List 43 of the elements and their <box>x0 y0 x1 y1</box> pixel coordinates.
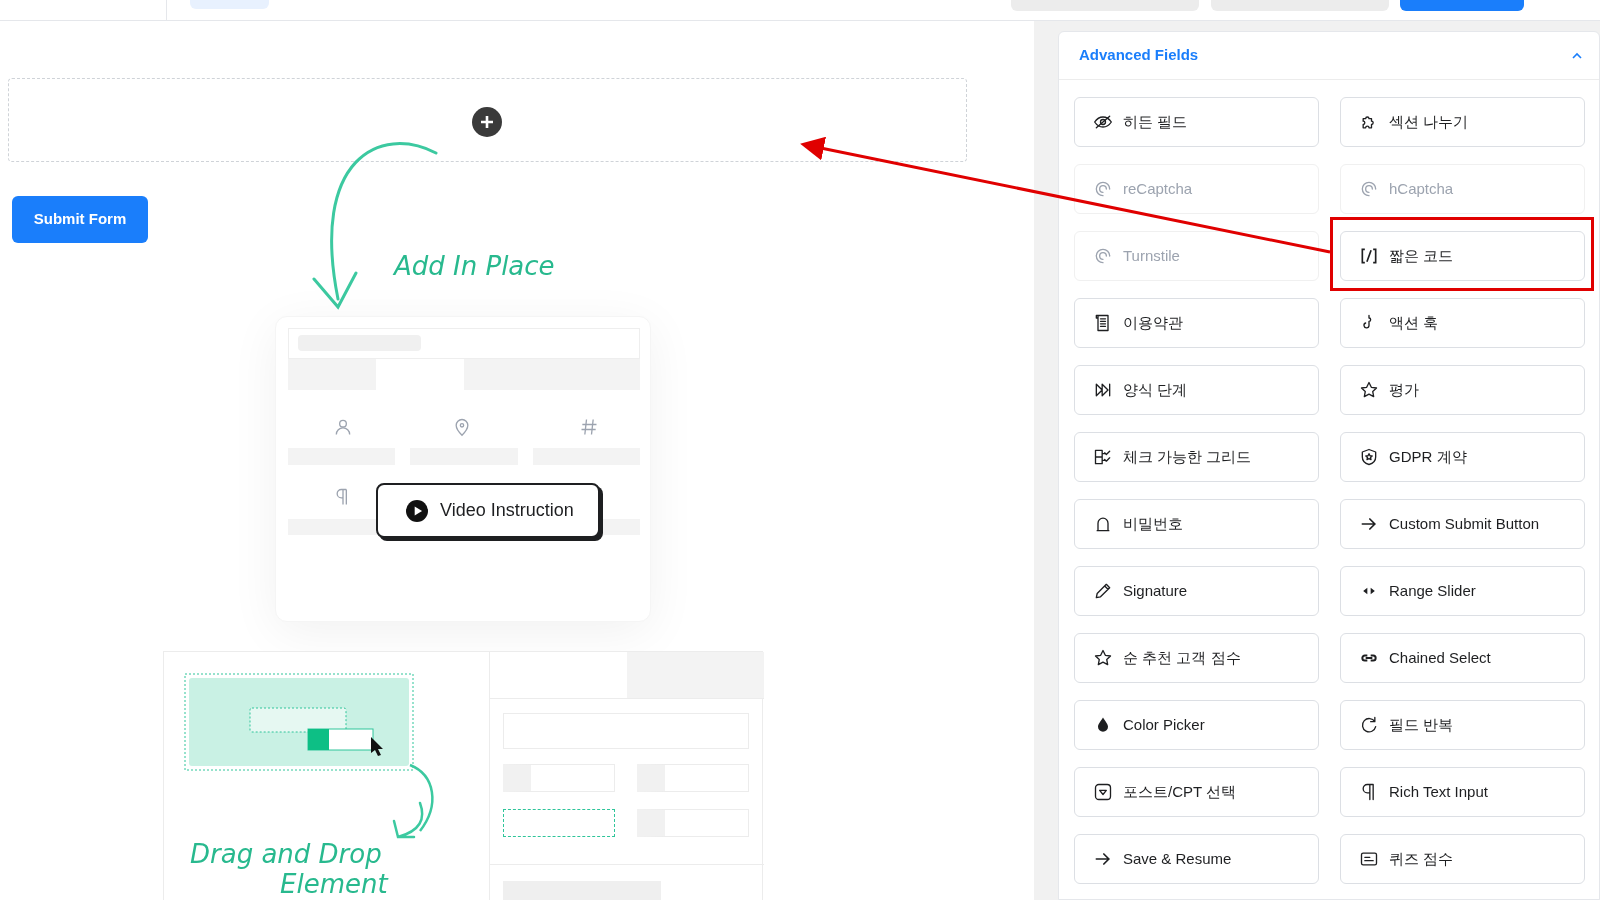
drag-and-drop-label: Drag and Drop <box>190 838 382 871</box>
panel-title: Advanced Fields <box>1079 45 1199 66</box>
field-item[interactable]: 섹션 나누기 <box>1340 97 1585 147</box>
captcha-icon <box>1359 179 1379 199</box>
field-item[interactable]: Save & Resume <box>1074 834 1319 884</box>
field-item[interactable]: 순 추천 고객 점수 <box>1074 633 1319 683</box>
add-circle-icon[interactable] <box>472 107 502 137</box>
field-item[interactable]: Chained Select <box>1340 633 1585 683</box>
drag-and-drop-label: Element <box>280 869 388 900</box>
field-item[interactable]: 평가 <box>1340 365 1585 415</box>
field-item[interactable]: Rich Text Input <box>1340 767 1585 817</box>
video-instruction-button[interactable]: Video Instruction <box>376 483 600 538</box>
hash-icon <box>579 417 599 437</box>
submit-form-button[interactable]: Submit Form <box>12 196 148 243</box>
repeat-icon <box>1359 715 1379 735</box>
add-in-place-label: Add In Place <box>394 250 555 283</box>
field-item[interactable]: 체크 가능한 그리드 <box>1074 432 1319 482</box>
dropdown-box-icon <box>1093 782 1113 802</box>
field-item[interactable]: 필드 반복 <box>1340 700 1585 750</box>
play-icon <box>406 499 428 522</box>
field-item[interactable]: 히든 필드 <box>1074 97 1319 147</box>
field-item[interactable]: Range Slider <box>1340 566 1585 616</box>
field-item[interactable]: Color Picker <box>1074 700 1319 750</box>
field-item[interactable]: 포스트/CPT 선택 <box>1074 767 1319 817</box>
captcha-icon <box>1093 179 1113 199</box>
shield-icon <box>1359 447 1379 467</box>
shortcode-icon <box>1359 246 1379 266</box>
field-item[interactable]: 양식 단계 <box>1074 365 1319 415</box>
pencil-icon <box>1093 581 1113 601</box>
star-icon <box>1359 380 1379 400</box>
star-icon <box>1093 648 1113 668</box>
field-item[interactable]: 퀴즈 점수 <box>1340 834 1585 884</box>
field-item[interactable]: 짧은 코드 <box>1340 231 1585 281</box>
field-item[interactable]: Custom Submit Button <box>1340 499 1585 549</box>
field-item[interactable]: 액션 훅 <box>1340 298 1585 348</box>
field-item[interactable]: Signature <box>1074 566 1319 616</box>
field-item[interactable]: GDPR 계약 <box>1340 432 1585 482</box>
person-icon <box>333 417 353 437</box>
save-button[interactable] <box>1400 0 1524 11</box>
field-item[interactable]: 비밀번호 <box>1074 499 1319 549</box>
grid-check-icon <box>1093 447 1113 467</box>
captcha-icon <box>1093 246 1113 266</box>
field-item[interactable]: 이용약관 <box>1074 298 1319 348</box>
